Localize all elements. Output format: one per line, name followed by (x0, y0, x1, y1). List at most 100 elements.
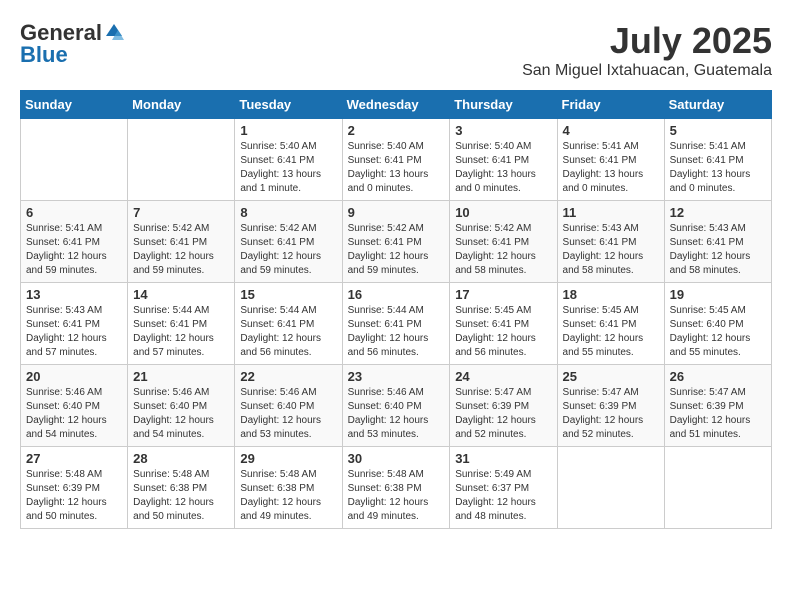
calendar-cell: 31Sunrise: 5:49 AM Sunset: 6:37 PM Dayli… (450, 447, 557, 529)
calendar-cell (21, 119, 128, 201)
day-number: 22 (240, 369, 336, 384)
logo-blue: Blue (20, 42, 68, 68)
calendar-cell: 15 Sunrise: 5:44 AM Sunset: 6:41 PM Dayli… (235, 283, 342, 365)
logo-icon (104, 22, 124, 42)
day-number: 2 (348, 123, 445, 138)
day-info: Sunrise: 5:43 AM Sunset: 6:41 PM Dayligh… (26, 304, 122, 360)
calendar-cell: 12 Sunrise: 5:43 AM Sunset: 6:41 PM Dayli… (664, 201, 771, 283)
day-header-friday: Friday (557, 91, 664, 119)
calendar-week-1: 1 Sunrise: 5:40 AM Sunset: 6:41 PM Daylig… (21, 119, 772, 201)
day-info: Sunrise: 5:46 AM Sunset: 6:40 PM Dayligh… (240, 386, 336, 442)
day-info: Sunrise: 5:40 AM Sunset: 6:41 PM Dayligh… (240, 140, 336, 196)
calendar-cell: 11 Sunrise: 5:43 AM Sunset: 6:41 PM Dayli… (557, 201, 664, 283)
day-info: Sunrise: 5:42 AM Sunset: 6:41 PM Dayligh… (348, 222, 445, 278)
calendar-week-3: 13Sunrise: 5:43 AM Sunset: 6:41 PM Dayli… (21, 283, 772, 365)
day-number: 8 (240, 205, 336, 220)
day-number: 3 (455, 123, 551, 138)
calendar-cell: 21Sunrise: 5:46 AM Sunset: 6:40 PM Dayli… (128, 365, 235, 447)
location-title: San Miguel Ixtahuacan, Guatemala (522, 62, 772, 80)
day-number: 31 (455, 451, 551, 466)
day-header-tuesday: Tuesday (235, 91, 342, 119)
calendar-cell (664, 447, 771, 529)
calendar-cell: 24Sunrise: 5:47 AM Sunset: 6:39 PM Dayli… (450, 365, 557, 447)
day-info: Sunrise: 5:43 AM Sunset: 6:41 PM Dayligh… (670, 222, 766, 278)
day-number: 29 (240, 451, 336, 466)
day-number: 25 (563, 369, 659, 384)
calendar-cell: 2 Sunrise: 5:40 AM Sunset: 6:41 PM Daylig… (342, 119, 450, 201)
day-info: Sunrise: 5:44 AM Sunset: 6:41 PM Dayligh… (240, 304, 336, 360)
calendar-cell: 13Sunrise: 5:43 AM Sunset: 6:41 PM Dayli… (21, 283, 128, 365)
logo: General Blue (20, 20, 124, 68)
day-number: 10 (455, 205, 551, 220)
calendar: SundayMondayTuesdayWednesdayThursdayFrid… (20, 90, 772, 529)
day-number: 14 (133, 287, 229, 302)
calendar-cell: 1 Sunrise: 5:40 AM Sunset: 6:41 PM Daylig… (235, 119, 342, 201)
day-header-saturday: Saturday (664, 91, 771, 119)
day-info: Sunrise: 5:47 AM Sunset: 6:39 PM Dayligh… (670, 386, 766, 442)
day-number: 19 (670, 287, 766, 302)
day-info: Sunrise: 5:44 AM Sunset: 6:41 PM Dayligh… (133, 304, 229, 360)
calendar-cell: 18 Sunrise: 5:45 AM Sunset: 6:41 PM Dayli… (557, 283, 664, 365)
day-info: Sunrise: 5:48 AM Sunset: 6:38 PM Dayligh… (348, 468, 445, 524)
day-number: 11 (563, 205, 659, 220)
month-title: July 2025 (522, 20, 772, 62)
calendar-cell: 6 Sunrise: 5:41 AM Sunset: 6:41 PM Daylig… (21, 201, 128, 283)
day-number: 6 (26, 205, 122, 220)
day-number: 20 (26, 369, 122, 384)
calendar-cell: 14 Sunrise: 5:44 AM Sunset: 6:41 PM Dayli… (128, 283, 235, 365)
day-number: 17 (455, 287, 551, 302)
day-info: Sunrise: 5:45 AM Sunset: 6:41 PM Dayligh… (455, 304, 551, 360)
day-number: 12 (670, 205, 766, 220)
day-info: Sunrise: 5:46 AM Sunset: 6:40 PM Dayligh… (26, 386, 122, 442)
day-info: Sunrise: 5:44 AM Sunset: 6:41 PM Dayligh… (348, 304, 445, 360)
day-header-wednesday: Wednesday (342, 91, 450, 119)
day-header-monday: Monday (128, 91, 235, 119)
day-number: 1 (240, 123, 336, 138)
day-info: Sunrise: 5:47 AM Sunset: 6:39 PM Dayligh… (563, 386, 659, 442)
calendar-cell: 7 Sunrise: 5:42 AM Sunset: 6:41 PM Daylig… (128, 201, 235, 283)
calendar-cell: 19 Sunrise: 5:45 AM Sunset: 6:40 PM Dayli… (664, 283, 771, 365)
day-number: 18 (563, 287, 659, 302)
day-info: Sunrise: 5:43 AM Sunset: 6:41 PM Dayligh… (563, 222, 659, 278)
calendar-week-5: 27 Sunrise: 5:48 AM Sunset: 6:39 PM Dayli… (21, 447, 772, 529)
day-info: Sunrise: 5:46 AM Sunset: 6:40 PM Dayligh… (133, 386, 229, 442)
day-number: 9 (348, 205, 445, 220)
calendar-cell: 28Sunrise: 5:48 AM Sunset: 6:38 PM Dayli… (128, 447, 235, 529)
calendar-cell: 25 Sunrise: 5:47 AM Sunset: 6:39 PM Dayli… (557, 365, 664, 447)
day-number: 15 (240, 287, 336, 302)
calendar-cell: 20 Sunrise: 5:46 AM Sunset: 6:40 PM Dayli… (21, 365, 128, 447)
day-info: Sunrise: 5:48 AM Sunset: 6:38 PM Dayligh… (240, 468, 336, 524)
day-info: Sunrise: 5:40 AM Sunset: 6:41 PM Dayligh… (455, 140, 551, 196)
calendar-cell: 16 Sunrise: 5:44 AM Sunset: 6:41 PM Dayli… (342, 283, 450, 365)
calendar-cell: 5Sunrise: 5:41 AM Sunset: 6:41 PM Daylig… (664, 119, 771, 201)
calendar-cell: 4Sunrise: 5:41 AM Sunset: 6:41 PM Daylig… (557, 119, 664, 201)
calendar-cell: 30Sunrise: 5:48 AM Sunset: 6:38 PM Dayli… (342, 447, 450, 529)
day-info: Sunrise: 5:45 AM Sunset: 6:41 PM Dayligh… (563, 304, 659, 360)
header: General Blue July 2025 San Miguel Ixtahu… (20, 20, 772, 80)
day-info: Sunrise: 5:41 AM Sunset: 6:41 PM Dayligh… (670, 140, 766, 196)
calendar-header-row: SundayMondayTuesdayWednesdayThursdayFrid… (21, 91, 772, 119)
day-number: 28 (133, 451, 229, 466)
calendar-cell: 17 Sunrise: 5:45 AM Sunset: 6:41 PM Dayli… (450, 283, 557, 365)
calendar-cell: 26 Sunrise: 5:47 AM Sunset: 6:39 PM Dayli… (664, 365, 771, 447)
day-number: 16 (348, 287, 445, 302)
day-number: 26 (670, 369, 766, 384)
day-info: Sunrise: 5:45 AM Sunset: 6:40 PM Dayligh… (670, 304, 766, 360)
calendar-cell (557, 447, 664, 529)
day-number: 4 (563, 123, 659, 138)
day-number: 24 (455, 369, 551, 384)
day-number: 23 (348, 369, 445, 384)
day-info: Sunrise: 5:42 AM Sunset: 6:41 PM Dayligh… (133, 222, 229, 278)
calendar-cell: 29 Sunrise: 5:48 AM Sunset: 6:38 PM Dayli… (235, 447, 342, 529)
day-info: Sunrise: 5:41 AM Sunset: 6:41 PM Dayligh… (26, 222, 122, 278)
calendar-cell (128, 119, 235, 201)
calendar-cell: 10Sunrise: 5:42 AM Sunset: 6:41 PM Dayli… (450, 201, 557, 283)
calendar-cell: 27 Sunrise: 5:48 AM Sunset: 6:39 PM Dayli… (21, 447, 128, 529)
calendar-cell: 8Sunrise: 5:42 AM Sunset: 6:41 PM Daylig… (235, 201, 342, 283)
day-number: 27 (26, 451, 122, 466)
calendar-cell: 23Sunrise: 5:46 AM Sunset: 6:40 PM Dayli… (342, 365, 450, 447)
day-info: Sunrise: 5:48 AM Sunset: 6:39 PM Dayligh… (26, 468, 122, 524)
day-number: 7 (133, 205, 229, 220)
day-info: Sunrise: 5:40 AM Sunset: 6:41 PM Dayligh… (348, 140, 445, 196)
title-area: July 2025 San Miguel Ixtahuacan, Guatema… (522, 20, 772, 80)
